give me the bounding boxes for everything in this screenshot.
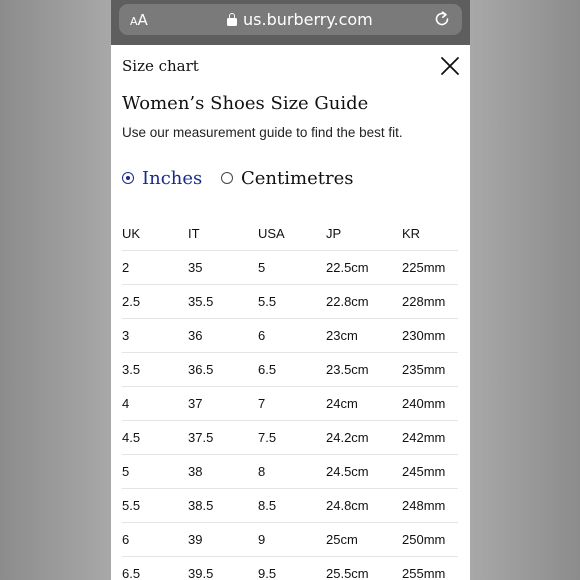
column-header: JP [326, 225, 342, 241]
table-cell: 7 [258, 396, 266, 411]
table-cell: 248mm [402, 498, 446, 513]
table-cell: 3 [122, 328, 130, 343]
table-cell: 4.5 [122, 430, 141, 445]
table-cell: 22.8cm [326, 294, 369, 309]
table-cell: 3.5 [122, 362, 141, 377]
table-cell: 242mm [402, 430, 446, 445]
table-cell: 5 [122, 464, 130, 479]
table-cell: 37 [188, 396, 203, 411]
table-cell: 23.5cm [326, 362, 369, 377]
table-cell: 250mm [402, 532, 446, 547]
close-icon[interactable] [439, 55, 461, 77]
table-cell: 23cm [326, 328, 358, 343]
url-text[interactable]: us.burberry.com [243, 10, 373, 29]
table-cell: 2.5 [122, 294, 141, 309]
browser-toolbar: AA us.burberry.com [111, 0, 470, 45]
guide-subtitle: Use our measurement guide to find the be… [122, 125, 403, 140]
radio-unselected-icon [221, 172, 233, 184]
table-cell: 245mm [402, 464, 446, 479]
table-cell: 24.8cm [326, 498, 369, 513]
reload-icon[interactable] [432, 9, 452, 29]
table-cell: 6 [258, 328, 266, 343]
table-row: 5.5 38.5 8.5 24.8cm 248mm [122, 489, 458, 523]
table-cell: 6.5 [258, 362, 277, 377]
table-cell: 37.5 [188, 430, 214, 445]
unit-label-centimetres: Centimetres [241, 167, 354, 189]
text-size-button[interactable]: AA [130, 11, 148, 29]
table-cell: 36.5 [188, 362, 214, 377]
table-cell: 225mm [402, 260, 446, 275]
table-cell: 7.5 [258, 430, 277, 445]
unit-radio-centimetres[interactable]: Centimetres [221, 166, 353, 190]
size-table: UK IT USA JP KR 2 35 5 22.5cm 225mm 2.5 35.5 5.… [122, 216, 458, 580]
table-cell: 9.5 [258, 566, 277, 580]
table-cell: 235mm [402, 362, 446, 377]
table-cell: 5.5 [258, 294, 277, 309]
phone-screen: AA us.burberry.com Size chart Women’s Sh… [111, 0, 470, 580]
table-row: 2 35 5 22.5cm 225mm [122, 251, 458, 285]
sheet-title: Size chart [122, 57, 199, 75]
column-header: USA [258, 225, 285, 241]
column-header: IT [188, 225, 200, 241]
page-title: Women’s Shoes Size Guide [122, 93, 369, 114]
column-header: UK [122, 225, 141, 241]
table-row: 4 37 7 24cm 240mm [122, 387, 458, 421]
table-cell: 35.5 [188, 294, 214, 309]
table-cell: 255mm [402, 566, 446, 580]
table-row: 5 38 8 24.5cm 245mm [122, 455, 458, 489]
table-row: 2.5 35.5 5.5 22.8cm 228mm [122, 285, 458, 319]
table-row: 6 39 9 25cm 250mm [122, 523, 458, 557]
table-cell: 39.5 [188, 566, 214, 580]
table-cell: 230mm [402, 328, 446, 343]
lock-icon [227, 13, 237, 26]
address-bar[interactable]: AA us.burberry.com [119, 4, 462, 35]
radio-selected-icon [122, 172, 134, 184]
table-cell: 6.5 [122, 566, 141, 580]
table-cell: 240mm [402, 396, 446, 411]
table-cell: 5 [258, 260, 266, 275]
table-cell: 39 [188, 532, 203, 547]
table-row: 6.5 39.5 9.5 25.5cm 255mm [122, 557, 458, 580]
table-cell: 38.5 [188, 498, 214, 513]
table-cell: 24.2cm [326, 430, 369, 445]
table-cell: 24.5cm [326, 464, 369, 479]
table-cell: 25cm [326, 532, 358, 547]
table-cell: 35 [188, 260, 203, 275]
table-cell: 8 [258, 464, 266, 479]
table-cell: 36 [188, 328, 203, 343]
table-cell: 4 [122, 396, 130, 411]
table-header-row: UK IT USA JP KR [122, 216, 458, 251]
table-row: 3 36 6 23cm 230mm [122, 319, 458, 353]
table-cell: 6 [122, 532, 130, 547]
table-cell: 38 [188, 464, 203, 479]
table-cell: 2 [122, 260, 130, 275]
table-cell: 228mm [402, 294, 446, 309]
unit-radio-inches[interactable]: Inches [122, 166, 202, 190]
table-cell: 8.5 [258, 498, 277, 513]
table-cell: 22.5cm [326, 260, 369, 275]
table-row: 4.5 37.5 7.5 24.2cm 242mm [122, 421, 458, 455]
table-cell: 24cm [326, 396, 358, 411]
column-header: KR [402, 225, 421, 241]
unit-label-inches: Inches [142, 167, 203, 189]
table-row: 3.5 36.5 6.5 23.5cm 235mm [122, 353, 458, 387]
table-cell: 25.5cm [326, 566, 369, 580]
blurred-background-left [0, 0, 111, 580]
table-cell: 5.5 [122, 498, 141, 513]
table-cell: 9 [258, 532, 266, 547]
blurred-background-right [470, 0, 580, 580]
